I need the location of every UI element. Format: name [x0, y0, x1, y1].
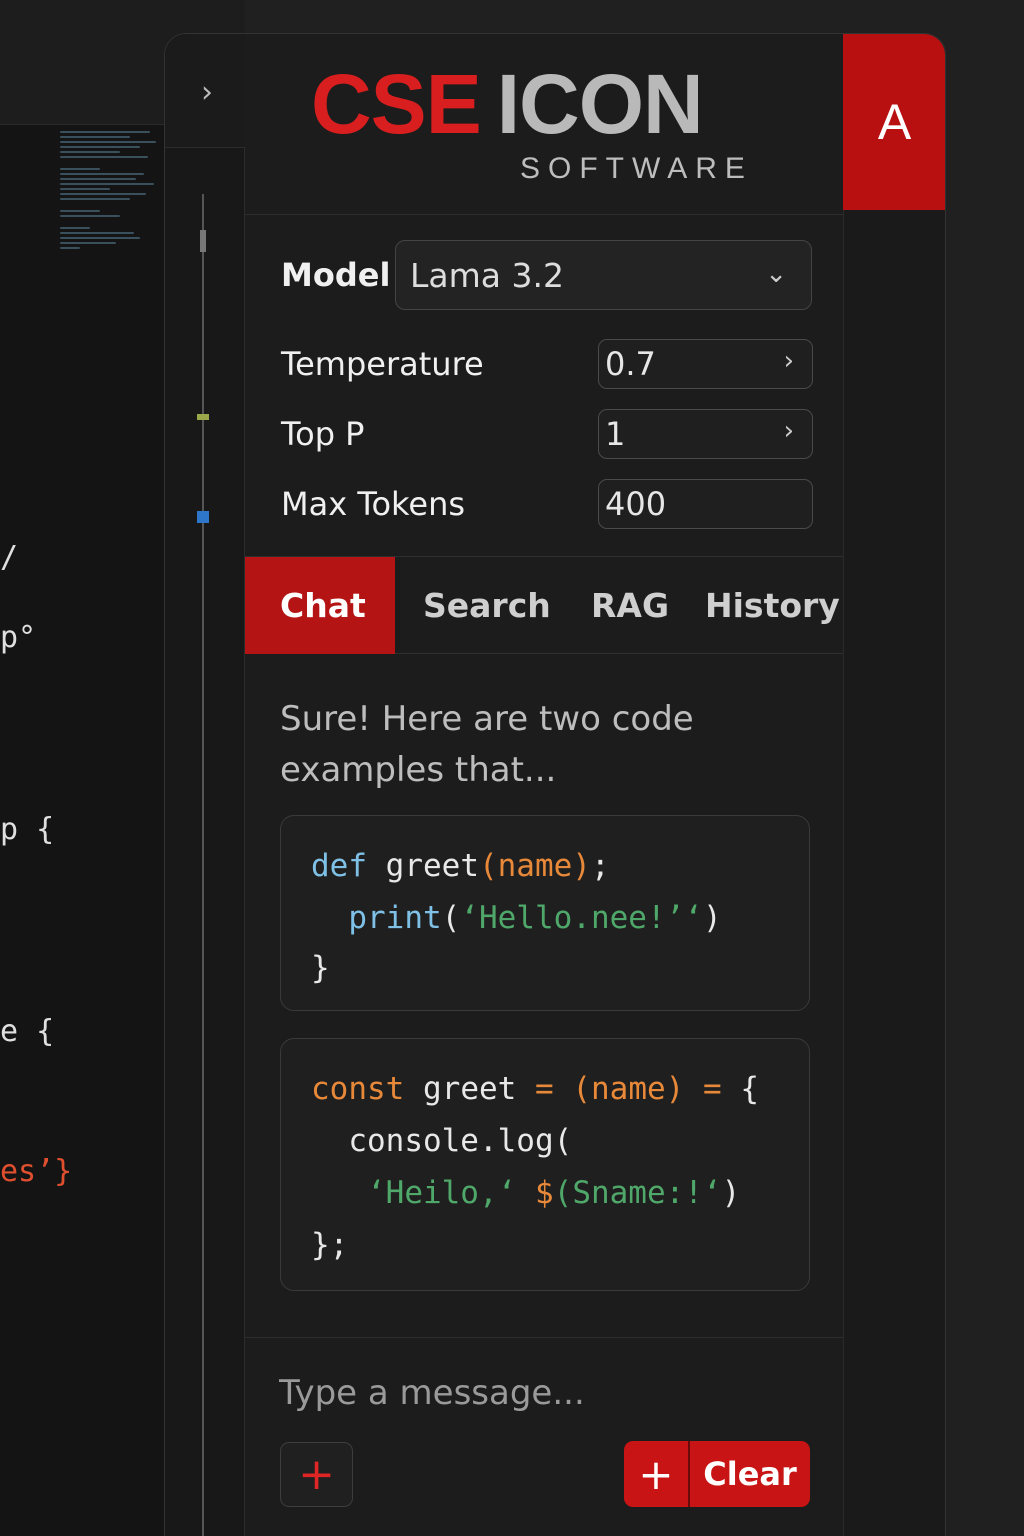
code-token: (name)	[572, 1071, 685, 1107]
top-p-value: 1	[605, 415, 626, 453]
app-stage: / p° p { e { es’} › CSEICON SOFTWARE A	[0, 0, 1024, 1536]
logo-secondary-text: ICON	[496, 57, 704, 151]
background-code-line: p°	[0, 620, 37, 655]
timeline-marker[interactable]	[197, 414, 209, 420]
code-token: )	[702, 900, 722, 936]
assistant-panel: › CSE ICON SOFTWARE A Model Lama 3.2 ⌄ Te…	[164, 33, 946, 1536]
background-code-line: /	[0, 540, 19, 575]
model-select-value: Lama 3.2	[410, 255, 564, 295]
code-token: (name)	[478, 848, 591, 884]
model-settings: Model Lama 3.2 ⌄ Temperature 0.7 › Top P…	[245, 215, 843, 557]
code-token: def	[311, 848, 367, 884]
background-code-line: es’}	[0, 1154, 73, 1189]
collapse-panel-button[interactable]: ›	[187, 70, 227, 114]
code-token: (	[441, 900, 461, 936]
code-token: ‘Heilo,‘	[311, 1175, 517, 1211]
user-avatar[interactable]: A	[843, 34, 945, 210]
timeline-track[interactable]	[202, 194, 204, 1536]
background-minimap	[60, 128, 164, 318]
code-line: console.log(	[311, 1123, 572, 1159]
code-line: def greet(name);	[311, 848, 610, 884]
app-header: CSE ICON SOFTWARE	[245, 34, 843, 215]
background-code-line: e {	[0, 1014, 55, 1049]
code-token: };	[311, 1227, 349, 1263]
chevron-down-icon: ⌄	[765, 259, 787, 289]
code-token: ;	[590, 848, 610, 884]
code-token: {	[721, 1071, 759, 1107]
code-block-javascript: const greet = (name) = { console.log( ‘H…	[280, 1038, 810, 1291]
max-tokens-value: 400	[605, 485, 667, 523]
logo-tagline: SOFTWARE	[520, 152, 753, 185]
code-token: }	[311, 950, 330, 986]
code-token: print	[311, 900, 442, 936]
code-token: ‘Hello.nee!’‘	[460, 900, 703, 936]
code-token: $	[534, 1175, 554, 1211]
chevron-right-icon: ›	[201, 74, 213, 110]
attach-button[interactable]: +	[280, 1442, 353, 1507]
code-token: =	[534, 1071, 554, 1107]
code-line: };	[311, 1227, 348, 1263]
logo-primary-text: CSE	[311, 57, 482, 151]
panel-right-strip	[843, 210, 945, 1536]
tab-history[interactable]: History	[705, 557, 840, 654]
action-button-group: + Clear	[624, 1441, 810, 1507]
add-button[interactable]: +	[624, 1441, 690, 1507]
code-line: print(‘Hello.nee!’‘)	[311, 900, 722, 936]
message-composer: + + Clear	[245, 1337, 843, 1536]
chevron-right-icon[interactable]: ›	[784, 346, 794, 376]
tab-search[interactable]: Search	[423, 557, 551, 654]
tab-chat[interactable]: Chat	[245, 557, 395, 654]
top-p-field[interactable]: 1 ›	[598, 409, 813, 459]
temperature-field[interactable]: 0.7 ›	[598, 339, 813, 389]
timeline-marker[interactable]	[200, 230, 206, 252]
plus-icon: +	[638, 1449, 674, 1499]
code-token: const	[311, 1071, 405, 1107]
temperature-label: Temperature	[281, 345, 484, 383]
code-token: =	[702, 1071, 722, 1107]
clear-button[interactable]: Clear	[690, 1441, 810, 1507]
code-line: }	[311, 950, 330, 986]
message-input[interactable]	[279, 1358, 809, 1428]
mode-tabs: Chat Search RAG History	[245, 556, 843, 654]
top-p-label: Top P	[281, 415, 365, 453]
assistant-message: Sure! Here are two code examples that...	[280, 699, 694, 790]
background-code-line: p {	[0, 812, 55, 847]
temperature-value: 0.7	[605, 345, 656, 383]
model-select[interactable]: Lama 3.2 ⌄	[395, 240, 812, 310]
code-line: const greet = (name) = {	[311, 1071, 759, 1107]
code-token: console.log(	[311, 1123, 573, 1159]
chat-area: Sure! Here are two code examples that...…	[245, 654, 843, 1337]
code-block-python: def greet(name); print(‘Hello.nee!’‘)}	[280, 815, 810, 1011]
code-line: ‘Heilo,‘ $(Sname:!‘)	[311, 1175, 740, 1211]
chevron-right-icon[interactable]: ›	[784, 416, 794, 446]
brand-logo: CSE ICON	[311, 62, 704, 146]
code-token: )	[721, 1175, 741, 1211]
code-token: greet	[404, 1071, 535, 1107]
max-tokens-label: Max Tokens	[281, 485, 466, 523]
plus-icon: +	[298, 1449, 335, 1500]
timeline-marker-current[interactable]	[197, 511, 209, 523]
tab-rag[interactable]: RAG	[591, 557, 669, 654]
model-label: Model	[281, 256, 391, 294]
code-token: (Sname:!‘	[553, 1175, 722, 1211]
panel-gutter: ›	[165, 34, 245, 1536]
max-tokens-field[interactable]: 400	[598, 479, 813, 529]
code-token: greet	[367, 848, 479, 884]
